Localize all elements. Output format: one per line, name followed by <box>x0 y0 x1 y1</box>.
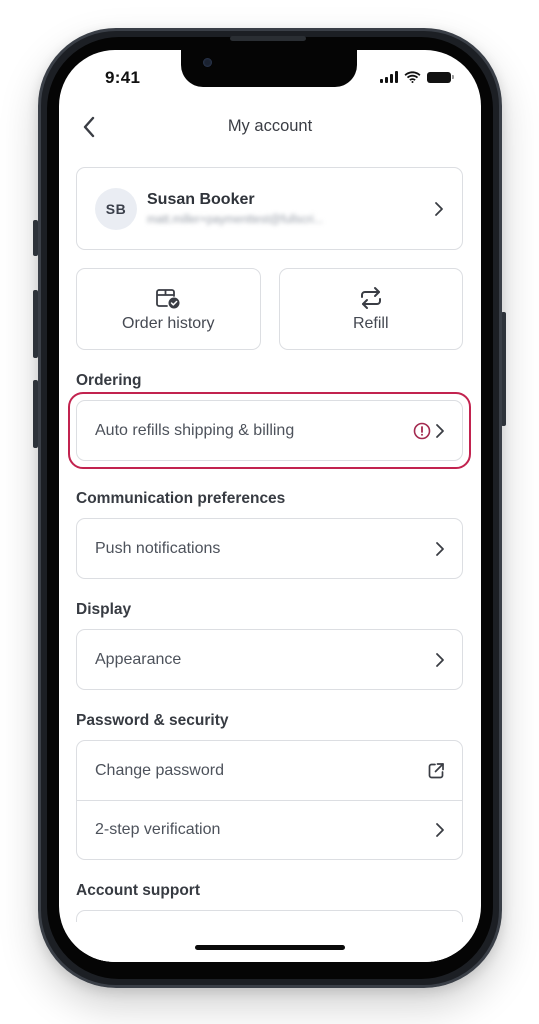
row-label: 2-step verification <box>95 821 221 838</box>
screen: 9:41 My account SB Susan Booker matt.mil… <box>59 50 481 962</box>
home-indicator[interactable] <box>195 945 345 950</box>
row-label: Appearance <box>95 650 182 668</box>
quick-actions: Order history Refill <box>76 268 463 350</box>
section-title-support: Account support <box>76 882 200 899</box>
profile-text: Susan Booker matt.miller+paymenttest@ful… <box>147 191 434 226</box>
row-2-step-verification[interactable]: 2-step verification <box>77 800 462 859</box>
display-group: Appearance <box>76 629 463 690</box>
section-title-display: Display <box>76 601 132 618</box>
highlighted-group: Auto refills shipping & billing <box>68 392 471 469</box>
row-label: Push notifications <box>95 539 221 557</box>
row-label: Change password <box>95 761 224 779</box>
box-check-icon <box>156 288 180 308</box>
security-group: Change password 2-step verification <box>76 740 463 860</box>
order-history-button[interactable]: Order history <box>76 268 261 350</box>
status-time: 9:41 <box>105 68 141 87</box>
nav-bar: My account <box>59 112 481 142</box>
row-change-password[interactable]: Change password <box>77 741 462 800</box>
section-title-ordering: Ordering <box>76 372 142 389</box>
row-appearance[interactable]: Appearance <box>77 630 462 689</box>
chevron-right-icon <box>436 423 444 438</box>
row-label: Auto refills shipping & billing <box>95 421 295 439</box>
page-title: My account <box>227 117 313 135</box>
refill-button[interactable]: Refill <box>278 268 463 350</box>
bottom-safe-area <box>59 922 481 962</box>
external-link-icon <box>428 762 444 778</box>
wifi-icon <box>404 71 421 83</box>
avatar: SB <box>95 187 137 230</box>
refill-label: Refill <box>352 314 389 332</box>
communication-group: Push notifications <box>76 518 463 579</box>
status-icons <box>380 71 454 83</box>
ordering-group: Auto refills shipping & billing <box>76 400 463 461</box>
account-content: SB Susan Booker matt.miller+paymenttest@… <box>68 167 471 962</box>
section-title-security: Password & security <box>76 712 229 729</box>
front-camera <box>203 58 212 67</box>
row-auto-refills[interactable]: Auto refills shipping & billing <box>77 401 462 460</box>
battery-icon <box>427 71 454 83</box>
signal-icon <box>380 71 398 83</box>
profile-card[interactable]: SB Susan Booker matt.miller+paymenttest@… <box>76 167 463 250</box>
refresh-arrows-icon <box>360 286 381 309</box>
chevron-right-icon <box>436 823 444 837</box>
profile-name: Susan Booker <box>147 191 255 208</box>
chevron-right-icon <box>436 541 444 556</box>
chevron-right-icon <box>436 652 444 667</box>
earpiece-speaker <box>230 36 306 41</box>
notch <box>181 50 357 87</box>
alert-circle-icon <box>413 422 431 439</box>
order-history-label: Order history <box>122 314 215 332</box>
profile-email: matt.miller+paymenttest@fullscri... <box>147 214 324 226</box>
row-push-notifications[interactable]: Push notifications <box>77 519 462 578</box>
section-title-communication: Communication preferences <box>76 490 286 507</box>
chevron-right-icon <box>435 201 443 216</box>
